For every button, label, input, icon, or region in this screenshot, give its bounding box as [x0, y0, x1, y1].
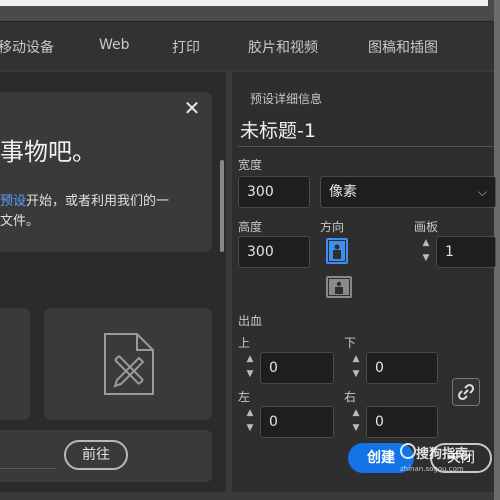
- portrait-orientation-button[interactable]: [326, 238, 348, 264]
- bleed-left-stepper[interactable]: ▲ ▼: [240, 406, 260, 438]
- link-bleed-button[interactable]: [452, 378, 480, 406]
- artboard-stepper[interactable]: ▲ ▼: [416, 236, 436, 268]
- width-input[interactable]: 300: [238, 176, 310, 208]
- message-title: 事物吧。: [0, 138, 96, 166]
- bleed-right-stepper[interactable]: ▲ ▼: [346, 406, 366, 438]
- bleed-top-stepper[interactable]: ▲ ▼: [240, 352, 260, 384]
- bleed-bottom-label: 下: [344, 336, 357, 350]
- preset-tile[interactable]: [0, 308, 30, 420]
- scrollbar[interactable]: [220, 160, 224, 252]
- artboard-label: 画板: [414, 220, 439, 234]
- presets-panel: 事物吧。 预设开始，或者利用我们的一 文件。 ✕ 前往: [0, 72, 226, 492]
- window-frame-bottom: [0, 492, 494, 500]
- message-body: 预设开始，或者利用我们的一 文件。: [0, 194, 170, 229]
- chevron-down-icon[interactable]: ▼: [240, 367, 260, 382]
- go-button[interactable]: 前往: [64, 440, 128, 470]
- height-input[interactable]: 300: [238, 236, 310, 268]
- chevron-down-icon[interactable]: ▼: [346, 421, 366, 436]
- chevron-down-icon[interactable]: ▼: [346, 367, 366, 382]
- tab-web[interactable]: Web: [99, 37, 130, 53]
- document-name[interactable]: 未标题-1: [240, 116, 316, 143]
- width-label: 宽度: [238, 158, 263, 172]
- document-name-underline: [238, 146, 494, 147]
- bleed-right-input[interactable]: 0: [366, 406, 438, 438]
- preset-tile-document[interactable]: [44, 308, 212, 420]
- landscape-icon: [329, 279, 349, 295]
- unit-select-value: 像素: [329, 184, 357, 200]
- bleed-label: 出血: [238, 314, 263, 328]
- window-frame-top: [0, 0, 500, 22]
- chain-link-icon: [457, 383, 475, 401]
- preset-category-tabs: 移动设备 Web 打印 胶片和视频 图稿和插图: [0, 22, 494, 70]
- tab-film-video[interactable]: 胶片和视频: [248, 37, 318, 57]
- welcome-message-card: 事物吧。 预设开始，或者利用我们的一 文件。 ✕: [0, 92, 212, 252]
- bleed-left-label: 左: [238, 390, 251, 404]
- watermark-text: 搜狗指南: [416, 447, 469, 462]
- bleed-top-input[interactable]: 0: [260, 352, 334, 384]
- chevron-up-icon[interactable]: ▲: [240, 352, 260, 367]
- bleed-bottom-input[interactable]: 0: [366, 352, 438, 384]
- height-label: 高度: [238, 220, 263, 234]
- watermark-logo-icon: [400, 443, 416, 459]
- close-icon[interactable]: ✕: [182, 98, 202, 118]
- bleed-top-label: 上: [238, 336, 251, 350]
- chevron-up-icon[interactable]: ▲: [416, 236, 436, 251]
- bleed-bottom-stepper[interactable]: ▲ ▼: [346, 352, 366, 384]
- chevron-down-icon[interactable]: ▼: [240, 421, 260, 436]
- preset-link[interactable]: 预设: [0, 194, 26, 209]
- chevron-down-icon: ⌵: [477, 185, 487, 199]
- preset-details-title: 预设详细信息: [250, 92, 323, 106]
- chevron-up-icon[interactable]: ▲: [346, 406, 366, 421]
- unit-select[interactable]: 像素 ⌵: [320, 176, 496, 208]
- portrait-icon: [329, 241, 345, 261]
- tab-print[interactable]: 打印: [172, 37, 200, 57]
- template-search-bar: 前往: [0, 430, 212, 482]
- tab-mobile[interactable]: 移动设备: [0, 37, 54, 57]
- window-title-strip: [0, 0, 488, 6]
- chevron-up-icon[interactable]: ▲: [346, 352, 366, 367]
- watermark: 搜狗指南 zhinan.sogou.com: [398, 441, 498, 475]
- orientation-label: 方向: [320, 220, 345, 234]
- chevron-down-icon[interactable]: ▼: [416, 251, 436, 266]
- document-pencil-ruler-icon: [104, 333, 154, 395]
- bleed-left-input[interactable]: 0: [260, 406, 334, 438]
- watermark-url: zhinan.sogou.com: [400, 465, 464, 473]
- bleed-right-label: 右: [344, 390, 357, 404]
- search-underline: [0, 468, 56, 469]
- preset-details-panel: 预设详细信息 未标题-1 宽度 300 像素 ⌵ 高度 300 方向 画板 ▲ …: [232, 72, 496, 500]
- tab-art-illustration[interactable]: 图稿和插图: [368, 37, 438, 57]
- landscape-orientation-button[interactable]: [326, 276, 352, 298]
- chevron-up-icon[interactable]: ▲: [240, 406, 260, 421]
- artboard-input[interactable]: 1: [436, 236, 496, 268]
